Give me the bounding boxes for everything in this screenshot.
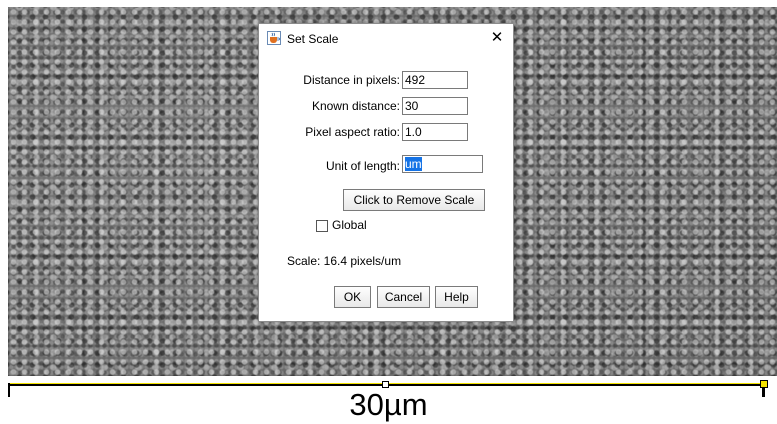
known-distance-field[interactable]: 30	[402, 97, 468, 115]
pixel-aspect-ratio-value: 1.0	[405, 125, 422, 139]
dialog-titlebar[interactable]: Set Scale ✕	[259, 24, 513, 54]
global-checkbox[interactable]	[316, 220, 328, 232]
close-icon[interactable]: ✕	[487, 28, 507, 48]
ok-button[interactable]: OK	[334, 286, 371, 308]
distance-in-pixels-label: Distance in pixels:	[303, 73, 400, 87]
set-scale-dialog: Set Scale ✕ Distance in pixels: 492 Know…	[258, 23, 514, 322]
scale-bar-label: 30µm	[349, 387, 428, 422]
pixel-aspect-ratio-field[interactable]: 1.0	[402, 123, 468, 141]
pixel-aspect-ratio-label: Pixel aspect ratio:	[305, 125, 400, 139]
known-distance-label: Known distance:	[311, 99, 400, 113]
dialog-title: Set Scale	[287, 32, 339, 46]
distance-in-pixels-field[interactable]: 492	[402, 71, 468, 89]
unit-of-length-value: um	[405, 157, 422, 171]
global-checkbox-label[interactable]: Global	[332, 218, 367, 232]
line-end-handle[interactable]	[760, 380, 768, 388]
cancel-button[interactable]: Cancel	[377, 286, 430, 308]
java-cup-icon	[267, 31, 281, 45]
unit-of-length-label: Unit of length:	[325, 159, 400, 173]
distance-in-pixels-value: 492	[405, 73, 426, 87]
scale-info-text: Scale: 16.4 pixels/um	[287, 254, 402, 268]
help-button[interactable]: Help	[435, 286, 478, 308]
unit-of-length-field[interactable]: um	[402, 155, 483, 173]
known-distance-value: 30	[405, 99, 419, 113]
remove-scale-button[interactable]: Click to Remove Scale	[343, 189, 485, 211]
